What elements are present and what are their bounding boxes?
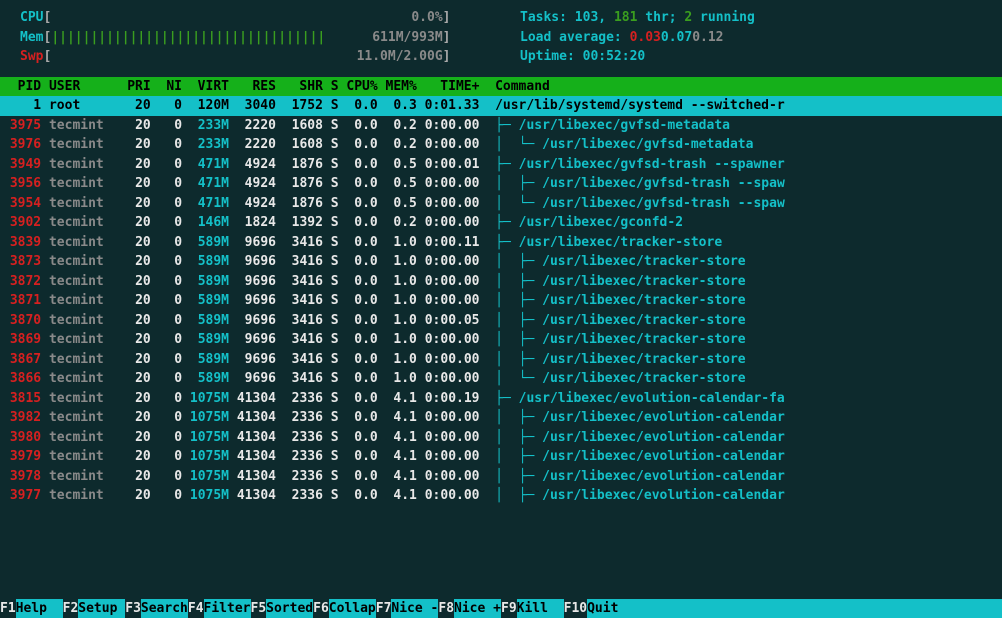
process-row[interactable]: 3873 tecmint 20 0 589M 9696 3416 S 0.0 1… (0, 252, 1002, 272)
process-row[interactable]: 3977 tecmint 20 0 1075M 41304 2336 S 0.0… (0, 486, 1002, 506)
cpu-value: 0.0% (411, 8, 442, 28)
tree-branch-icon: │ └─ (495, 137, 542, 152)
fkey-f4: F4 (188, 599, 204, 618)
tree-branch-icon: │ ├─ (495, 449, 542, 464)
process-row[interactable]: 3982 tecmint 20 0 1075M 41304 2336 S 0.0… (0, 408, 1002, 428)
load15: 0.12 (692, 28, 723, 48)
process-row[interactable]: 3870 tecmint 20 0 589M 9696 3416 S 0.0 1… (0, 311, 1002, 331)
process-row[interactable]: 3949 tecmint 20 0 471M 4924 1876 S 0.0 0… (0, 155, 1002, 175)
fkey-f7: F7 (376, 599, 392, 618)
process-row[interactable]: 3978 tecmint 20 0 1075M 41304 2336 S 0.0… (0, 467, 1002, 487)
flabel-sorted[interactable]: Sorted (266, 599, 313, 618)
load-row: Load average: 0.03 0.07 0.12 (520, 28, 992, 48)
fkey-f5: F5 (251, 599, 267, 618)
process-list[interactable]: 3975 tecmint 20 0 233M 2220 1608 S 0.0 0… (0, 116, 1002, 506)
process-row[interactable]: 3839 tecmint 20 0 589M 9696 3416 S 0.0 1… (0, 233, 1002, 253)
cpu-label: CPU (20, 8, 43, 28)
process-row[interactable]: 3871 tecmint 20 0 589M 9696 3416 S 0.0 1… (0, 291, 1002, 311)
running-count: 2 (684, 8, 692, 28)
tree-branch-icon: │ ├─ (495, 274, 542, 289)
fkey-f8: F8 (438, 599, 454, 618)
flabel-setup[interactable]: Setup (78, 599, 125, 618)
cpu-meter: CPU[ 0.0%] (20, 8, 480, 28)
process-row[interactable]: 3975 tecmint 20 0 233M 2220 1608 S 0.0 0… (0, 116, 1002, 136)
mem-label: Mem (20, 28, 43, 48)
tree-branch-icon: ├─ (495, 157, 518, 172)
tree-branch-icon: │ └─ (495, 371, 542, 386)
mem-bar: ||||||||||||||||||||||||||||||||||| (51, 28, 325, 48)
fkey-f3: F3 (125, 599, 141, 618)
threads-count: 181 (614, 8, 637, 28)
tree-branch-icon: │ ├─ (495, 352, 542, 367)
uptime: 00:52:20 (583, 47, 646, 67)
tasks-row: Tasks: 103, 181 thr; 2 running (520, 8, 992, 28)
process-row[interactable]: 3867 tecmint 20 0 589M 9696 3416 S 0.0 1… (0, 350, 1002, 370)
tree-branch-icon: ├─ (495, 235, 518, 250)
process-row[interactable]: 3866 tecmint 20 0 589M 9696 3416 S 0.0 1… (0, 369, 1002, 389)
process-row[interactable]: 3869 tecmint 20 0 589M 9696 3416 S 0.0 1… (0, 330, 1002, 350)
tasks-count: 103 (575, 8, 598, 28)
fkey-f9: F9 (501, 599, 517, 618)
flabel-kill[interactable]: Kill (517, 599, 564, 618)
tree-branch-icon: │ └─ (495, 196, 542, 211)
swp-label: Swp (20, 47, 43, 67)
process-row[interactable]: 3954 tecmint 20 0 471M 4924 1876 S 0.0 0… (0, 194, 1002, 214)
tree-branch-icon: │ ├─ (495, 469, 542, 484)
tree-branch-icon: ├─ (495, 118, 518, 133)
tree-branch-icon: │ ├─ (495, 410, 542, 425)
tree-branch-icon: │ ├─ (495, 254, 542, 269)
swp-value: 11.0M/2.00G (357, 47, 443, 67)
tree-branch-icon: ├─ (495, 391, 518, 406)
flabel-search[interactable]: Search (141, 599, 188, 618)
selected-process-row[interactable]: 1 root 20 0 120M 3040 1752 S 0.0 0.3 0:0… (0, 96, 1002, 116)
mem-meter: Mem[||||||||||||||||||||||||||||||||||| … (20, 28, 480, 48)
flabel-filter[interactable]: Filter (204, 599, 251, 618)
process-row[interactable]: 3956 tecmint 20 0 471M 4924 1876 S 0.0 0… (0, 174, 1002, 194)
fkey-f1: F1 (0, 599, 16, 618)
load5: 0.07 (661, 28, 692, 48)
tree-branch-icon: │ ├─ (495, 176, 542, 191)
tree-branch-icon: ├─ (495, 215, 518, 230)
process-row[interactable]: 3815 tecmint 20 0 1075M 41304 2336 S 0.0… (0, 389, 1002, 409)
meter-bars: CPU[ 0.0%] Mem[|||||||||||||||||||||||||… (20, 8, 480, 67)
process-row[interactable]: 3979 tecmint 20 0 1075M 41304 2336 S 0.0… (0, 447, 1002, 467)
process-row[interactable]: 3872 tecmint 20 0 589M 9696 3416 S 0.0 1… (0, 272, 1002, 292)
mem-total: 993M (411, 28, 442, 48)
tree-branch-icon: │ ├─ (495, 293, 542, 308)
tree-branch-icon: │ ├─ (495, 488, 542, 503)
uptime-row: Uptime: 00:52:20 (520, 47, 992, 67)
flabel-nice-+[interactable]: Nice + (454, 599, 501, 618)
tree-branch-icon: │ ├─ (495, 430, 542, 445)
flabel-help[interactable]: Help (16, 599, 63, 618)
fkey-f6: F6 (313, 599, 329, 618)
function-bar: F1Help F2Setup F3SearchF4FilterF5SortedF… (0, 599, 1002, 618)
mem-used: 611M (372, 28, 403, 48)
header-meters: CPU[ 0.0%] Mem[|||||||||||||||||||||||||… (0, 0, 1002, 71)
process-row[interactable]: 3976 tecmint 20 0 233M 2220 1608 S 0.0 0… (0, 135, 1002, 155)
fkey-f2: F2 (63, 599, 79, 618)
fkey-f10: F10 (564, 599, 587, 618)
swp-meter: Swp[ 11.0M/2.00G] (20, 47, 480, 67)
column-header[interactable]: PID USER PRI NI VIRT RES SHR S CPU% MEM%… (0, 77, 1002, 97)
flabel-collap[interactable]: Collap (329, 599, 376, 618)
flabel-nice--[interactable]: Nice - (391, 599, 438, 618)
load1: 0.03 (630, 28, 661, 48)
tree-branch-icon: │ ├─ (495, 332, 542, 347)
process-row[interactable]: 3980 tecmint 20 0 1075M 41304 2336 S 0.0… (0, 428, 1002, 448)
stats-block: Tasks: 103, 181 thr; 2 running Load aver… (520, 8, 992, 67)
flabel-quit[interactable]: Quit (587, 599, 634, 618)
process-row[interactable]: 3902 tecmint 20 0 146M 1824 1392 S 0.0 0… (0, 213, 1002, 233)
tree-branch-icon: │ ├─ (495, 313, 542, 328)
